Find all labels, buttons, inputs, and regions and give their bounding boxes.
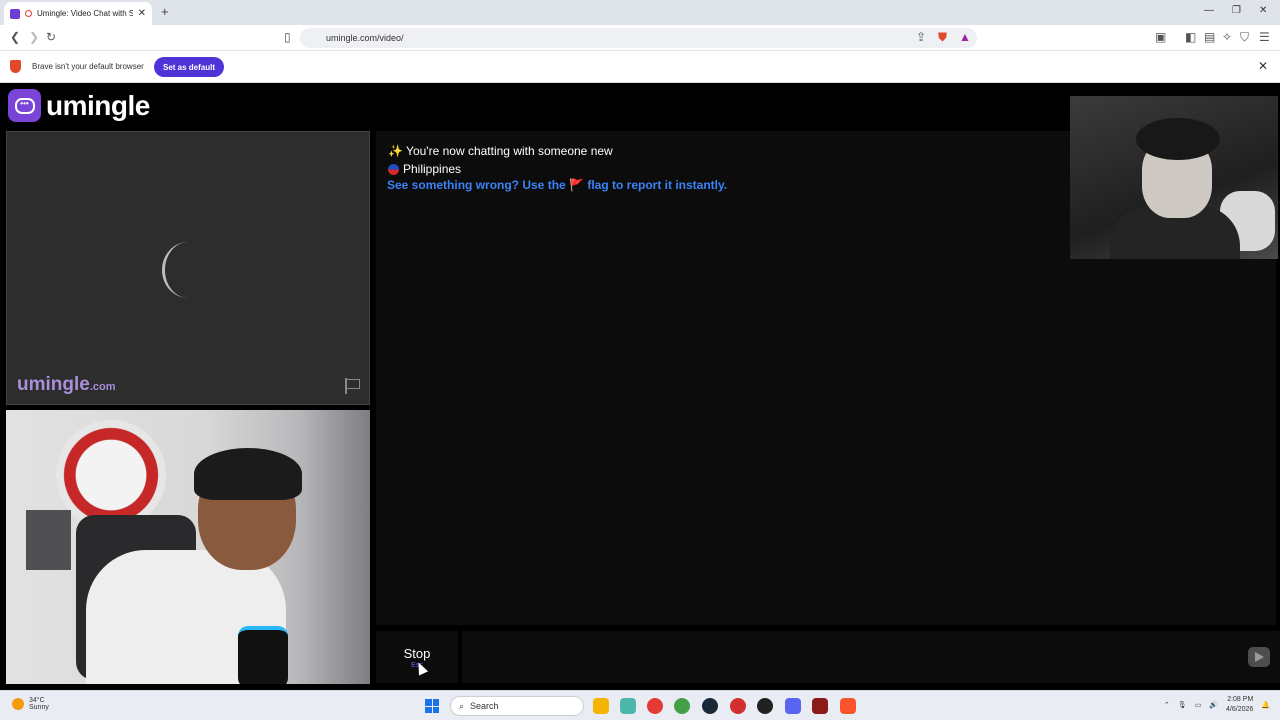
- tab-close-icon[interactable]: ✕: [138, 8, 146, 19]
- leo-ai-icon[interactable]: ✧: [1222, 30, 1232, 44]
- minimize-button[interactable]: —: [1204, 5, 1214, 16]
- background-box: [26, 510, 71, 570]
- weather-widget[interactable]: 34°C Sunny: [12, 697, 49, 711]
- report-prefix: See something wrong? Use the: [387, 178, 570, 192]
- browser-tab-strip: Umingle: Video Chat with Str... ✕ + — ❐ …: [0, 0, 1280, 25]
- file-explorer-icon[interactable]: [593, 698, 609, 714]
- brave-rewards-icon[interactable]: ▲: [959, 30, 971, 44]
- country-name: Philippines: [403, 162, 462, 176]
- steam-icon[interactable]: [702, 698, 718, 714]
- chat-status-message: ✨ You're now chatting with someone new: [388, 144, 613, 158]
- infobar-message: Brave isn't your default browser: [32, 62, 144, 71]
- screenshot-icon[interactable]: ▣: [1155, 30, 1166, 44]
- search-label: Search: [470, 701, 499, 711]
- brave-logo-icon: [10, 60, 21, 73]
- sidebar-icon[interactable]: ◧: [1185, 30, 1196, 44]
- umingle-favicon-icon: [10, 8, 20, 19]
- search-icon: ⌕: [459, 700, 465, 711]
- watermark: umingle.com: [17, 374, 116, 396]
- new-tab-button[interactable]: +: [161, 4, 169, 19]
- browser-toolbar: ❮ ❯ ↻ ▯ umingle.com/video/ ⇪ ⛊ ▲ ▣ ◧ ▤ ✧…: [0, 25, 1280, 51]
- country-line: Philippines: [388, 162, 461, 176]
- microphone-icon[interactable]: 🎙: [1178, 701, 1187, 709]
- obs-icon[interactable]: [757, 698, 773, 714]
- stop-button[interactable]: Stop Esc: [376, 631, 458, 683]
- windows-taskbar: 34°C Sunny ⌕ Search ⌃ 🎙 ▭ 🔊 2:08 PM 4/6/…: [0, 690, 1280, 720]
- site-logo[interactable]: ••• umingle: [8, 89, 150, 122]
- umingle-page: ••• umingle umingle.com ✨ You're now cha…: [0, 83, 1280, 690]
- infobar-close-icon[interactable]: ✕: [1258, 59, 1268, 73]
- back-icon[interactable]: ❮: [10, 30, 20, 44]
- philippines-flag-icon: [388, 163, 399, 175]
- recording-indicator-icon: [25, 10, 32, 17]
- brave-shields-icon[interactable]: ⛊: [938, 30, 947, 45]
- tab-title: Umingle: Video Chat with Str...: [37, 9, 133, 18]
- taskbar-search[interactable]: ⌕ Search: [450, 696, 584, 716]
- address-bar[interactable]: umingle.com/video/: [300, 28, 977, 48]
- message-input[interactable]: [462, 631, 1280, 683]
- close-window-button[interactable]: ✕: [1259, 5, 1267, 16]
- chrome-icon[interactable]: [647, 698, 663, 714]
- discord-icon[interactable]: [785, 698, 801, 714]
- remote-person-hair: [1136, 118, 1220, 160]
- temperature: 34°C: [29, 697, 45, 704]
- start-button-icon[interactable]: [425, 699, 439, 713]
- forward-icon[interactable]: ❯: [29, 30, 39, 44]
- weather-condition: Sunny: [29, 704, 49, 711]
- stranger-video: umingle.com: [6, 131, 370, 405]
- menu-icon[interactable]: ☰: [1259, 30, 1270, 44]
- url-text: umingle.com/video/: [326, 33, 404, 43]
- tray-overflow-icon[interactable]: ⌃: [1164, 701, 1170, 709]
- network-icon[interactable]: ▭: [1195, 701, 1202, 709]
- volume-icon[interactable]: 🔊: [1209, 701, 1218, 709]
- bookmark-icon[interactable]: ▯: [284, 30, 291, 44]
- system-tray: ⌃ 🎙 ▭ 🔊 2:08 PM 4/6/2026 🔔: [1164, 695, 1270, 715]
- report-notice: See something wrong? Use the 🚩 flag to r…: [387, 178, 727, 192]
- chrome-profile-icon[interactable]: [674, 698, 690, 714]
- wall-poster: [56, 420, 166, 530]
- date: 4/6/2026: [1226, 706, 1254, 713]
- restore-button[interactable]: ❐: [1232, 5, 1241, 16]
- loading-spinner-icon: [162, 242, 214, 298]
- wallet-icon[interactable]: ▤: [1204, 30, 1215, 44]
- red-flag-icon: 🚩: [569, 178, 584, 192]
- notification-icon[interactable]: 🔔: [1261, 701, 1270, 709]
- share-icon[interactable]: ⇪: [916, 30, 926, 44]
- brave-taskbar-icon[interactable]: [840, 698, 856, 714]
- set-as-default-button[interactable]: Set as default: [154, 57, 224, 77]
- picture-in-picture-video[interactable]: [1070, 96, 1278, 259]
- reload-icon[interactable]: ↻: [46, 30, 56, 44]
- copilot-icon[interactable]: [620, 698, 636, 714]
- tab-umingle[interactable]: Umingle: Video Chat with Str... ✕: [4, 2, 152, 25]
- self-video: [6, 410, 370, 684]
- report-flag-icon[interactable]: [345, 378, 361, 394]
- chat-controls: Stop Esc: [376, 631, 1280, 683]
- vpn-icon[interactable]: ⛉: [1240, 30, 1249, 45]
- dota-icon[interactable]: [812, 698, 828, 714]
- clock[interactable]: 2:08 PM 4/6/2026: [1226, 695, 1253, 715]
- send-icon[interactable]: [1248, 647, 1270, 667]
- watermark-suffix: .com: [89, 381, 116, 393]
- chrome-alt-icon[interactable]: [730, 698, 746, 714]
- default-browser-infobar: Brave isn't your default browser Set as …: [0, 51, 1280, 83]
- time: 2:08 PM: [1227, 696, 1254, 703]
- smart-speaker: [238, 626, 288, 684]
- stop-label: Stop: [403, 645, 431, 661]
- watermark-text: umingle: [17, 374, 90, 395]
- logo-text: umingle: [46, 89, 150, 121]
- report-suffix: flag to report it instantly.: [583, 178, 728, 192]
- sun-icon: [12, 698, 24, 710]
- chat-bubble-icon: •••: [8, 89, 41, 122]
- person-hair: [194, 448, 302, 500]
